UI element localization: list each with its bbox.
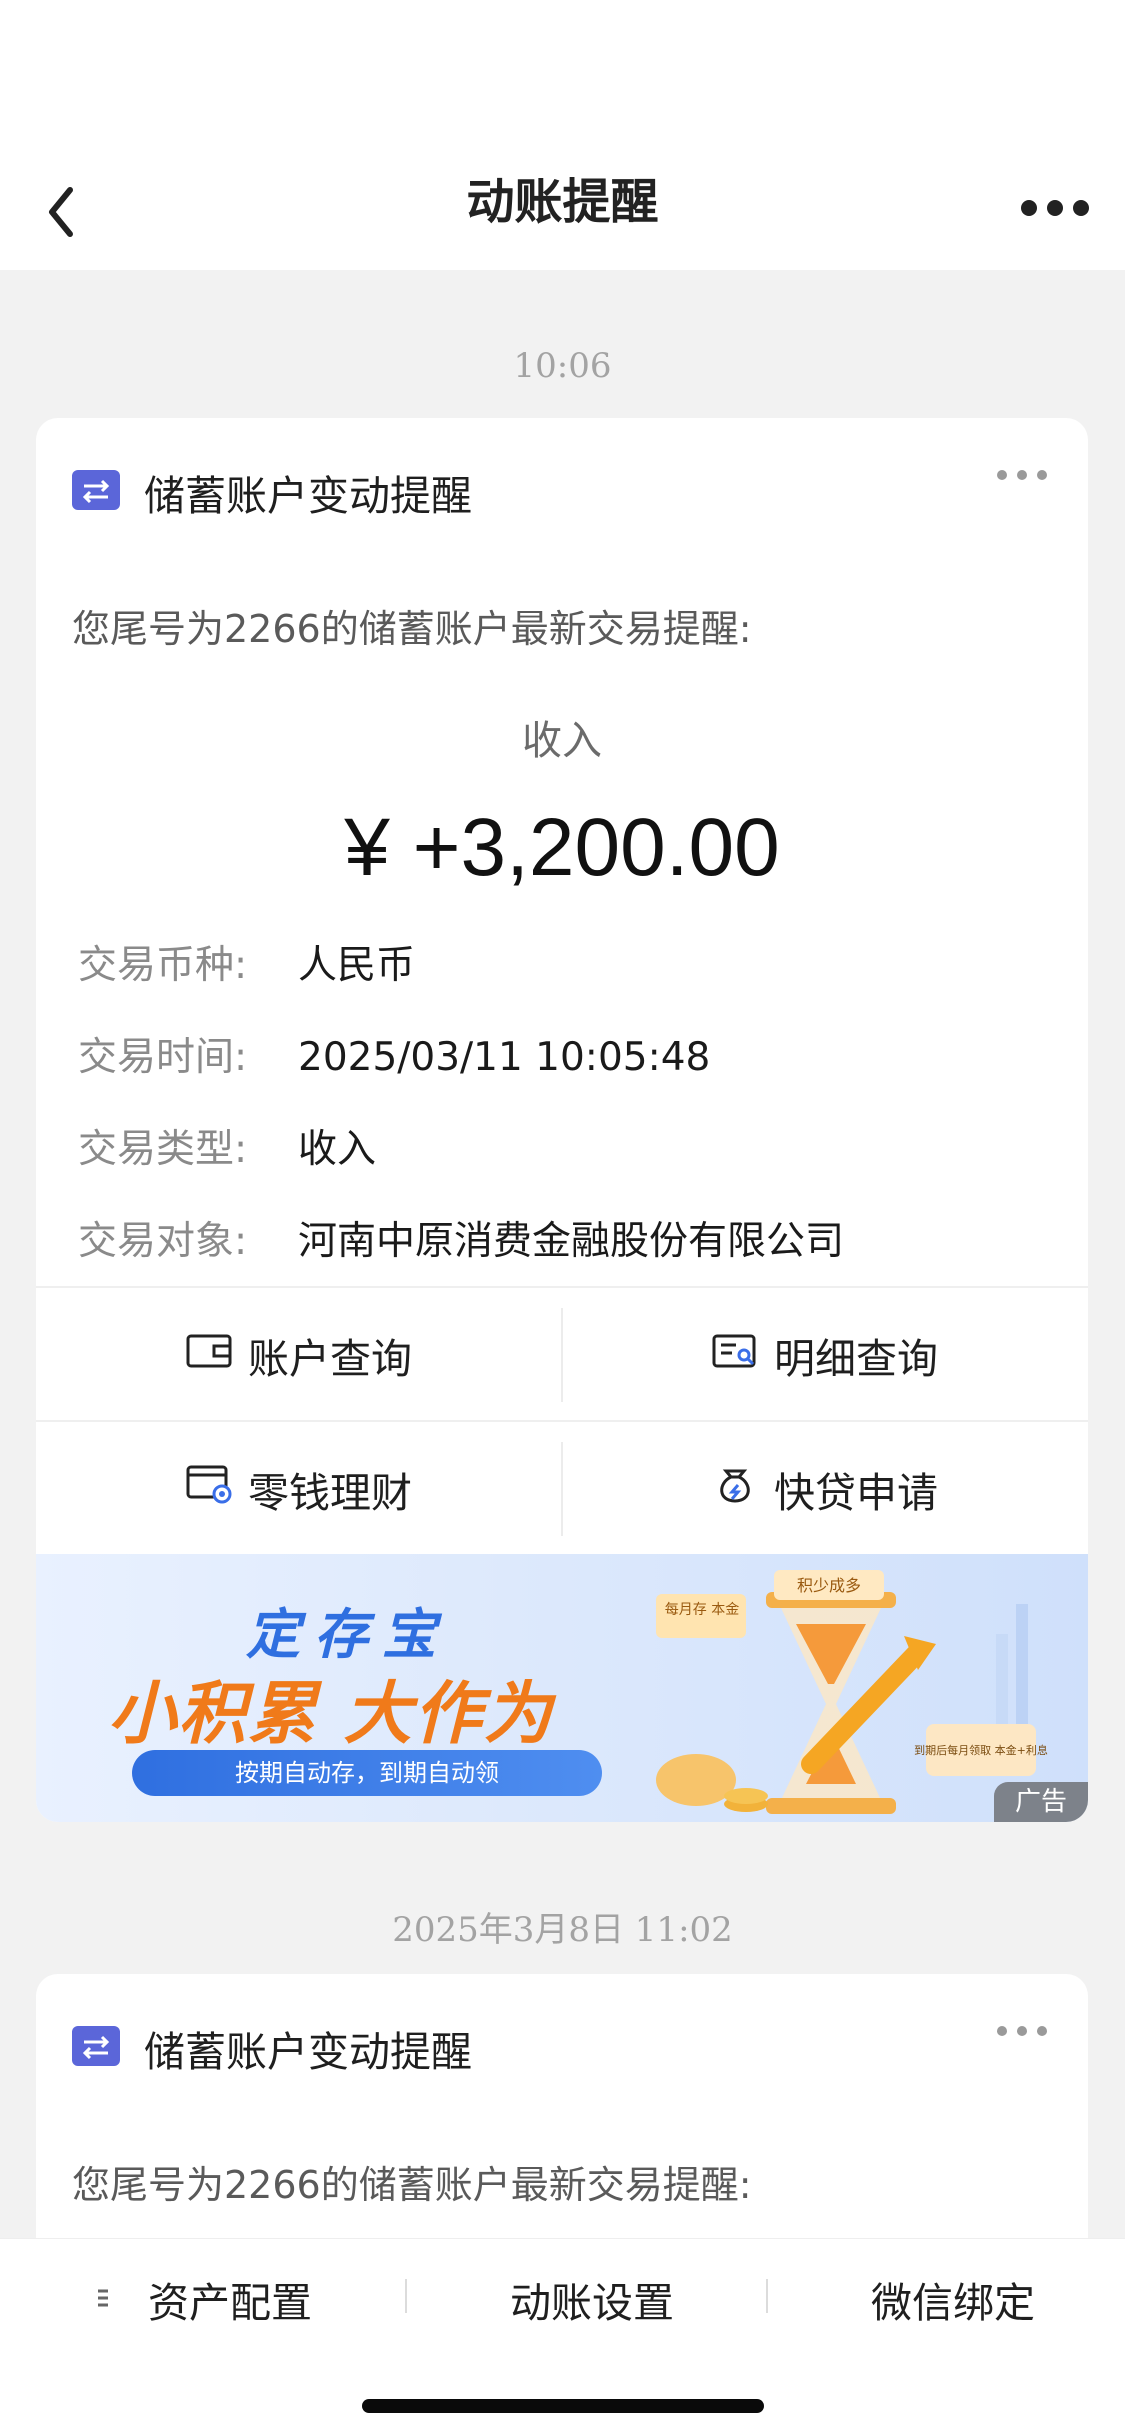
tab-label: 动账设置 bbox=[510, 2279, 674, 2327]
transaction-kind: 收入 bbox=[522, 718, 602, 764]
tab-label: 微信绑定 bbox=[871, 2279, 1035, 2327]
more-horizontal-icon[interactable] bbox=[992, 460, 1052, 490]
tab-asset-allocation[interactable]: 资产配置 bbox=[50, 2239, 410, 2359]
ad-badge: 广告 bbox=[994, 1782, 1088, 1822]
home-indicator bbox=[362, 2399, 764, 2413]
banner-tag-top: 积少成多 bbox=[797, 1576, 861, 1595]
transaction-card: 储蓄账户变动提醒 您尾号为2266的储蓄账户最新交易提醒: bbox=[36, 1974, 1088, 2274]
promo-banner[interactable]: 定存宝 小积累 大作为 按期自动存，到期自动领 每月存 本金 积少成多 到期后每… bbox=[36, 1554, 1088, 1822]
wealth-button[interactable]: 零钱理财 bbox=[36, 1422, 562, 1556]
detail-label: 交易时间: bbox=[78, 1035, 248, 1080]
divider bbox=[405, 2279, 407, 2313]
loan-apply-button[interactable]: 快贷申请 bbox=[562, 1422, 1088, 1556]
wallet-icon bbox=[186, 1331, 248, 1379]
banner-slogan: 小积累 大作为 bbox=[108, 1675, 554, 1754]
wealth-card-icon bbox=[186, 1464, 248, 1514]
banner-tag-left: 每月存 本金 bbox=[665, 1602, 739, 1618]
detail-row-counterparty: 交易对象: 河南中原消费金融股份有限公司 bbox=[78, 1210, 844, 1266]
action-label: 快贷申请 bbox=[774, 1469, 938, 1517]
transfer-icon bbox=[72, 470, 120, 510]
tab-label: 资产配置 bbox=[148, 2279, 312, 2327]
divider bbox=[766, 2279, 768, 2313]
detail-value: 2025/03/11 10:05:48 bbox=[298, 1035, 711, 1080]
transaction-amount: ¥ +3,200.00 bbox=[344, 802, 780, 893]
detail-row-currency: 交易币种: 人民币 bbox=[78, 934, 415, 990]
status-bar bbox=[0, 0, 1125, 150]
detail-label: 交易类型: bbox=[78, 1127, 248, 1172]
tab-wechat-binding[interactable]: 微信绑定 bbox=[773, 2239, 1125, 2359]
detail-label: 交易币种: bbox=[78, 943, 248, 988]
card-intro: 您尾号为2266的储蓄账户最新交易提醒: bbox=[72, 2163, 752, 2207]
nav-bar: 动账提醒 bbox=[0, 150, 1125, 270]
detail-row-type: 交易类型: 收入 bbox=[78, 1118, 376, 1174]
card-header: 储蓄账户变动提醒 bbox=[36, 418, 1088, 568]
detail-value: 收入 bbox=[298, 1127, 377, 1172]
page-title: 动账提醒 bbox=[466, 174, 659, 230]
message-timestamp: 10:06 bbox=[513, 346, 612, 386]
more-horizontal-icon[interactable] bbox=[992, 2016, 1052, 2046]
action-row: 账户查询 明细查询 bbox=[36, 1288, 1088, 1422]
card-title: 储蓄账户变动提醒 bbox=[144, 472, 472, 520]
loan-bag-icon bbox=[712, 1463, 774, 1515]
detail-label: 交易对象: bbox=[78, 1219, 248, 1264]
detail-value: 河南中原消费金融股份有限公司 bbox=[298, 1219, 845, 1264]
transfer-icon bbox=[72, 2026, 120, 2066]
account-query-button[interactable]: 账户查询 bbox=[36, 1288, 562, 1422]
detail-value: 人民币 bbox=[298, 943, 416, 988]
card-header: 储蓄账户变动提醒 bbox=[36, 1974, 1088, 2124]
banner-tag-right: 到期后每月领取 本金+利息 bbox=[914, 1743, 1048, 1757]
banner-subtitle: 按期自动存，到期自动领 bbox=[132, 1750, 602, 1796]
statement-query-button[interactable]: 明细查询 bbox=[562, 1288, 1088, 1422]
statement-search-icon bbox=[712, 1331, 774, 1379]
action-row: 零钱理财 快贷申请 bbox=[36, 1422, 1088, 1556]
more-horizontal-icon[interactable] bbox=[1015, 178, 1095, 238]
tab-notification-settings[interactable]: 动账设置 bbox=[412, 2239, 772, 2359]
message-timestamp: 2025年3月8日 11:02 bbox=[392, 1910, 733, 1950]
action-label: 零钱理财 bbox=[248, 1469, 412, 1517]
transaction-card: 储蓄账户变动提醒 您尾号为2266的储蓄账户最新交易提醒: 收入 ¥ +3,20… bbox=[36, 418, 1088, 1822]
action-label: 明细查询 bbox=[774, 1335, 938, 1383]
detail-row-time: 交易时间: 2025/03/11 10:05:48 bbox=[78, 1026, 710, 1082]
card-intro: 您尾号为2266的储蓄账户最新交易提醒: bbox=[72, 607, 752, 651]
action-label: 账户查询 bbox=[248, 1335, 412, 1383]
hourglass-illustration: 每月存 本金 积少成多 到期后每月领取 本金+利息 bbox=[656, 1570, 1048, 1814]
action-grid: 账户查询 明细查询 零钱理财 快贷申请 bbox=[36, 1286, 1088, 1556]
bottom-tab-bar: 资产配置 动账设置 微信绑定 bbox=[0, 2238, 1125, 2435]
card-title: 储蓄账户变动提醒 bbox=[144, 2028, 472, 2076]
